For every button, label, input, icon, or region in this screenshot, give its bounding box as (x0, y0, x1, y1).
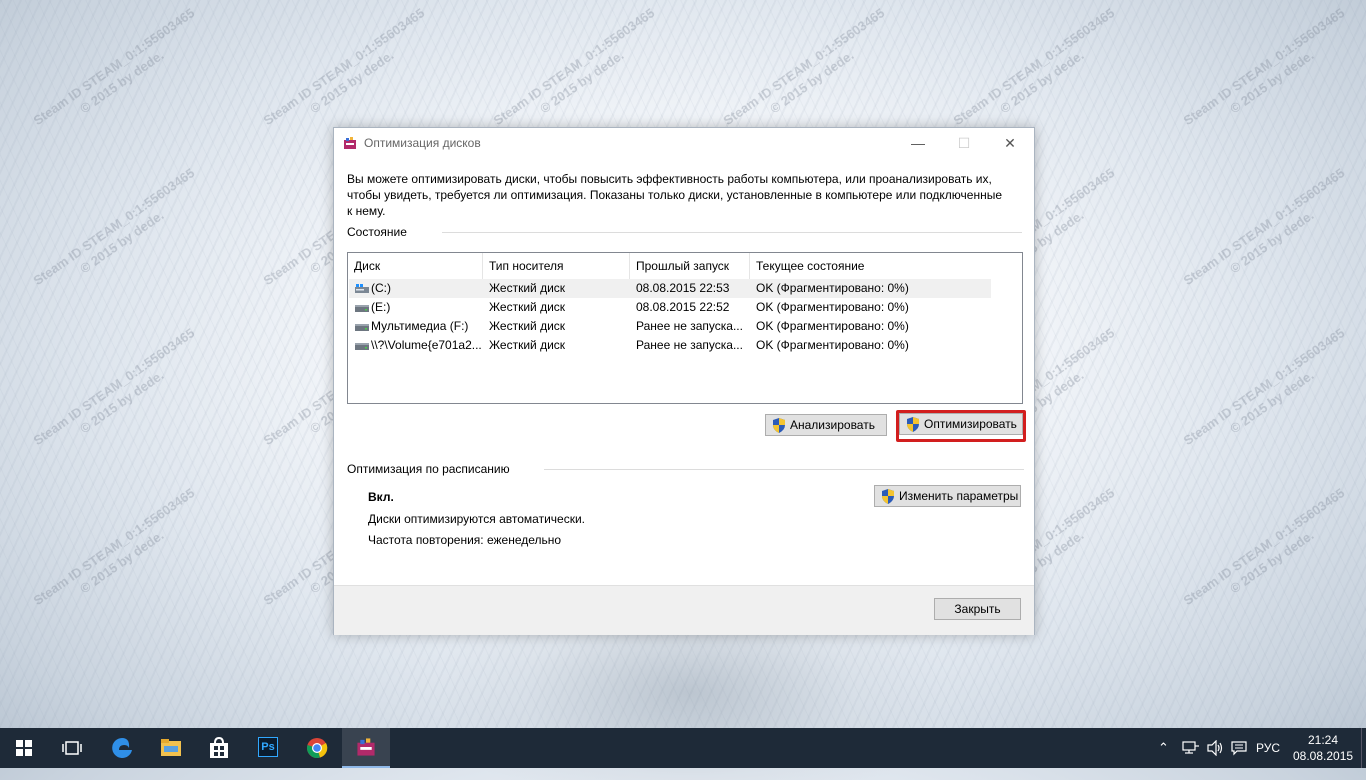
column-header-disk[interactable]: Диск (348, 253, 483, 279)
taskbar-store[interactable] (195, 728, 243, 768)
close-window-button[interactable]: ✕ (987, 128, 1033, 158)
language-indicator[interactable]: РУС (1256, 728, 1280, 768)
task-view-icon (62, 741, 82, 755)
drive-media-type: Жесткий диск (489, 300, 566, 314)
volume-icon[interactable] (1207, 740, 1225, 756)
change-settings-button[interactable]: Изменить параметры (874, 485, 1021, 507)
drives-list[interactable]: Диск Тип носителя Прошлый запуск Текущее… (347, 252, 1023, 404)
change-settings-label: Изменить параметры (899, 489, 1019, 503)
taskbar-photoshop[interactable]: Ps (244, 728, 292, 768)
drive-row[interactable]: (E:) Жесткий диск 08.08.2015 22:52 OK (Фраг… (349, 298, 991, 317)
status-group-divider (442, 232, 1022, 233)
optimize-highlight-frame (896, 410, 1026, 442)
taskbar-file-explorer[interactable] (147, 728, 195, 768)
drive-name: \\?\Volume{e701a2... (371, 338, 482, 352)
title-bar[interactable]: Оптимизация дисков — ☐ ✕ (334, 128, 1034, 158)
hard-drive-icon (355, 343, 369, 350)
taskbar-edge[interactable] (98, 728, 146, 768)
hard-drive-icon (355, 305, 369, 312)
network-icon[interactable] (1182, 741, 1200, 755)
column-header-media-type[interactable]: Тип носителя (483, 253, 630, 279)
dialog-footer: Закрыть (334, 585, 1034, 635)
clock-date: 08.08.2015 (1293, 749, 1354, 763)
photoshop-icon: Ps (258, 737, 278, 757)
column-header-current-status[interactable]: Текущее состояние (750, 253, 990, 279)
start-button[interactable] (0, 728, 48, 768)
uac-shield-icon (882, 489, 894, 504)
store-icon (210, 737, 228, 758)
drive-status: OK (Фрагментировано: 0%) (756, 300, 909, 314)
clock[interactable]: 21:24 08.08.2015 (1293, 732, 1353, 764)
window-title: Оптимизация дисков (364, 136, 481, 150)
schedule-group-label: Оптимизация по расписанию (347, 462, 510, 476)
show-desktop-button[interactable] (1361, 728, 1366, 768)
drive-last-run: Ранее не запуска... (636, 338, 743, 352)
clock-time: 21:24 (1307, 733, 1339, 747)
chrome-icon (307, 738, 328, 758)
task-view-button[interactable] (48, 728, 96, 768)
column-header-last-run[interactable]: Прошлый запуск (630, 253, 750, 279)
system-drive-icon (355, 284, 369, 293)
drive-name: (E:) (371, 300, 391, 314)
drive-status: OK (Фрагментировано: 0%) (756, 281, 909, 295)
file-explorer-icon (161, 739, 181, 756)
taskbar-defrag[interactable] (342, 728, 390, 768)
drive-last-run: 08.08.2015 22:53 (636, 281, 730, 295)
maximize-button[interactable]: ☐ (941, 128, 987, 158)
schedule-frequency: Частота повторения: еженедельно (368, 533, 562, 547)
tray-chevron-icon[interactable]: ⌃ (1158, 728, 1169, 768)
drive-media-type: Жесткий диск (489, 338, 566, 352)
list-header: Диск Тип носителя Прошлый запуск Текущее… (348, 253, 1022, 279)
drive-media-type: Жесткий диск (489, 281, 566, 295)
drive-row[interactable]: \\?\Volume{e701a2... Жесткий диск Ранее не… (349, 336, 991, 355)
defrag-app-icon (344, 137, 356, 149)
action-center-icon[interactable] (1231, 741, 1247, 756)
schedule-state: Вкл. (368, 490, 394, 504)
drive-row[interactable]: Мультимедиа (F:) Жесткий диск Ранее не зап… (349, 317, 991, 336)
edge-icon (112, 738, 132, 758)
minimize-button[interactable]: — (895, 128, 941, 158)
drive-status: OK (Фрагментировано: 0%) (756, 338, 909, 352)
defrag-app-icon (357, 738, 375, 756)
analyze-button-label: Анализировать (790, 418, 875, 432)
status-group-label: Состояние (347, 225, 407, 239)
uac-shield-icon (773, 418, 785, 433)
hard-drive-icon (355, 324, 369, 331)
taskbar: Ps ⌃ РУС 21:24 08.08.2015 (0, 728, 1366, 768)
drive-status: OK (Фрагментировано: 0%) (756, 319, 909, 333)
drive-last-run: Ранее не запуска... (636, 319, 743, 333)
taskbar-chrome[interactable] (293, 728, 341, 768)
close-button[interactable]: Закрыть (934, 598, 1021, 620)
description-text: Вы можете оптимизировать диски, чтобы по… (347, 172, 1003, 218)
analyze-button[interactable]: Анализировать (765, 414, 887, 436)
drive-name: (C:) (371, 281, 391, 295)
drive-media-type: Жесткий диск (489, 319, 566, 333)
drive-name: Мультимедиа (F:) (371, 319, 469, 333)
schedule-info: Диски оптимизируются автоматически. (368, 512, 586, 526)
schedule-group-divider (544, 469, 1024, 470)
windows-start-icon (16, 740, 32, 756)
disk-optimization-window: Оптимизация дисков — ☐ ✕ Вы можете оптим… (333, 127, 1035, 635)
drive-row[interactable]: (C:) Жесткий диск 08.08.2015 22:53 OK (Фраг… (349, 279, 991, 298)
drive-last-run: 08.08.2015 22:52 (636, 300, 730, 314)
